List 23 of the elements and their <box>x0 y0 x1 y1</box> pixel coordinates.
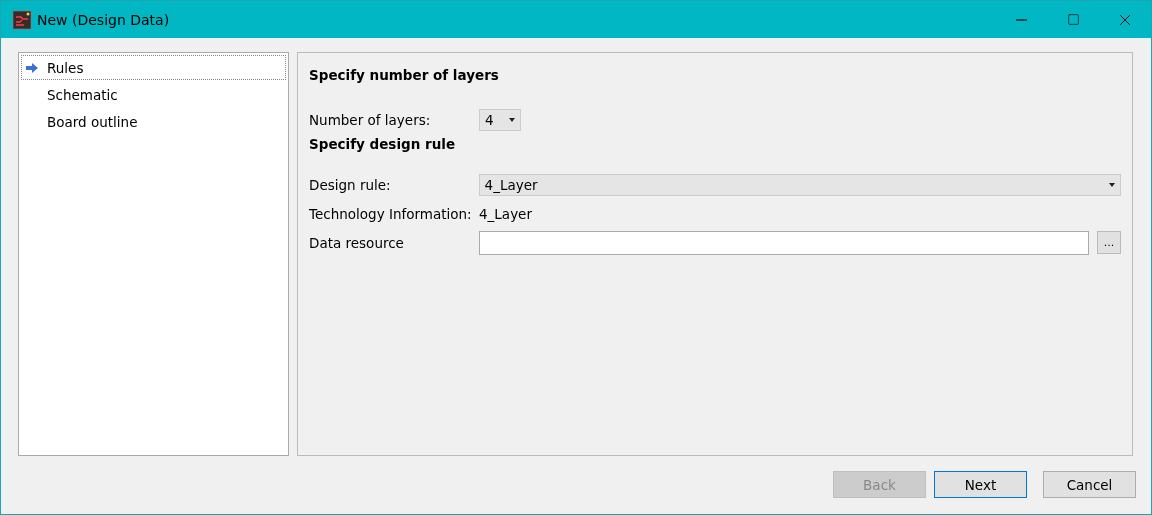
arrow-icon <box>26 62 38 73</box>
minimize-icon <box>1015 18 1027 21</box>
section-heading: Specify design rule <box>309 136 457 154</box>
nav-item[interactable]: Schematic <box>21 82 286 107</box>
maximize-icon <box>1066 13 1080 26</box>
design-rule-dropdown[interactable]: 4_Layer <box>478 173 1121 196</box>
input-field[interactable] <box>478 230 1090 255</box>
nav-item[interactable]: Rules <box>21 55 286 80</box>
browse-button[interactable]: ... <box>1097 231 1121 254</box>
field-label: Technology Information: <box>309 205 473 222</box>
field-value: 4_Layer <box>479 205 532 222</box>
layers-dropdown[interactable]: 4 <box>479 108 521 131</box>
caret-icon <box>509 117 515 122</box>
app-icon <box>13 10 31 29</box>
caret-icon <box>1109 182 1115 187</box>
field-label: Number of layers: <box>309 111 432 128</box>
cancel-button[interactable]: Cancel <box>1043 471 1136 498</box>
next-button[interactable]: Next <box>934 471 1027 498</box>
window-title: New (Design Data) <box>37 11 171 28</box>
field-label: Data resource <box>309 234 405 251</box>
nav-item[interactable]: Board outline <box>21 109 286 134</box>
field-label: Design rule: <box>309 176 392 193</box>
section-heading: Specify number of layers <box>309 67 500 85</box>
